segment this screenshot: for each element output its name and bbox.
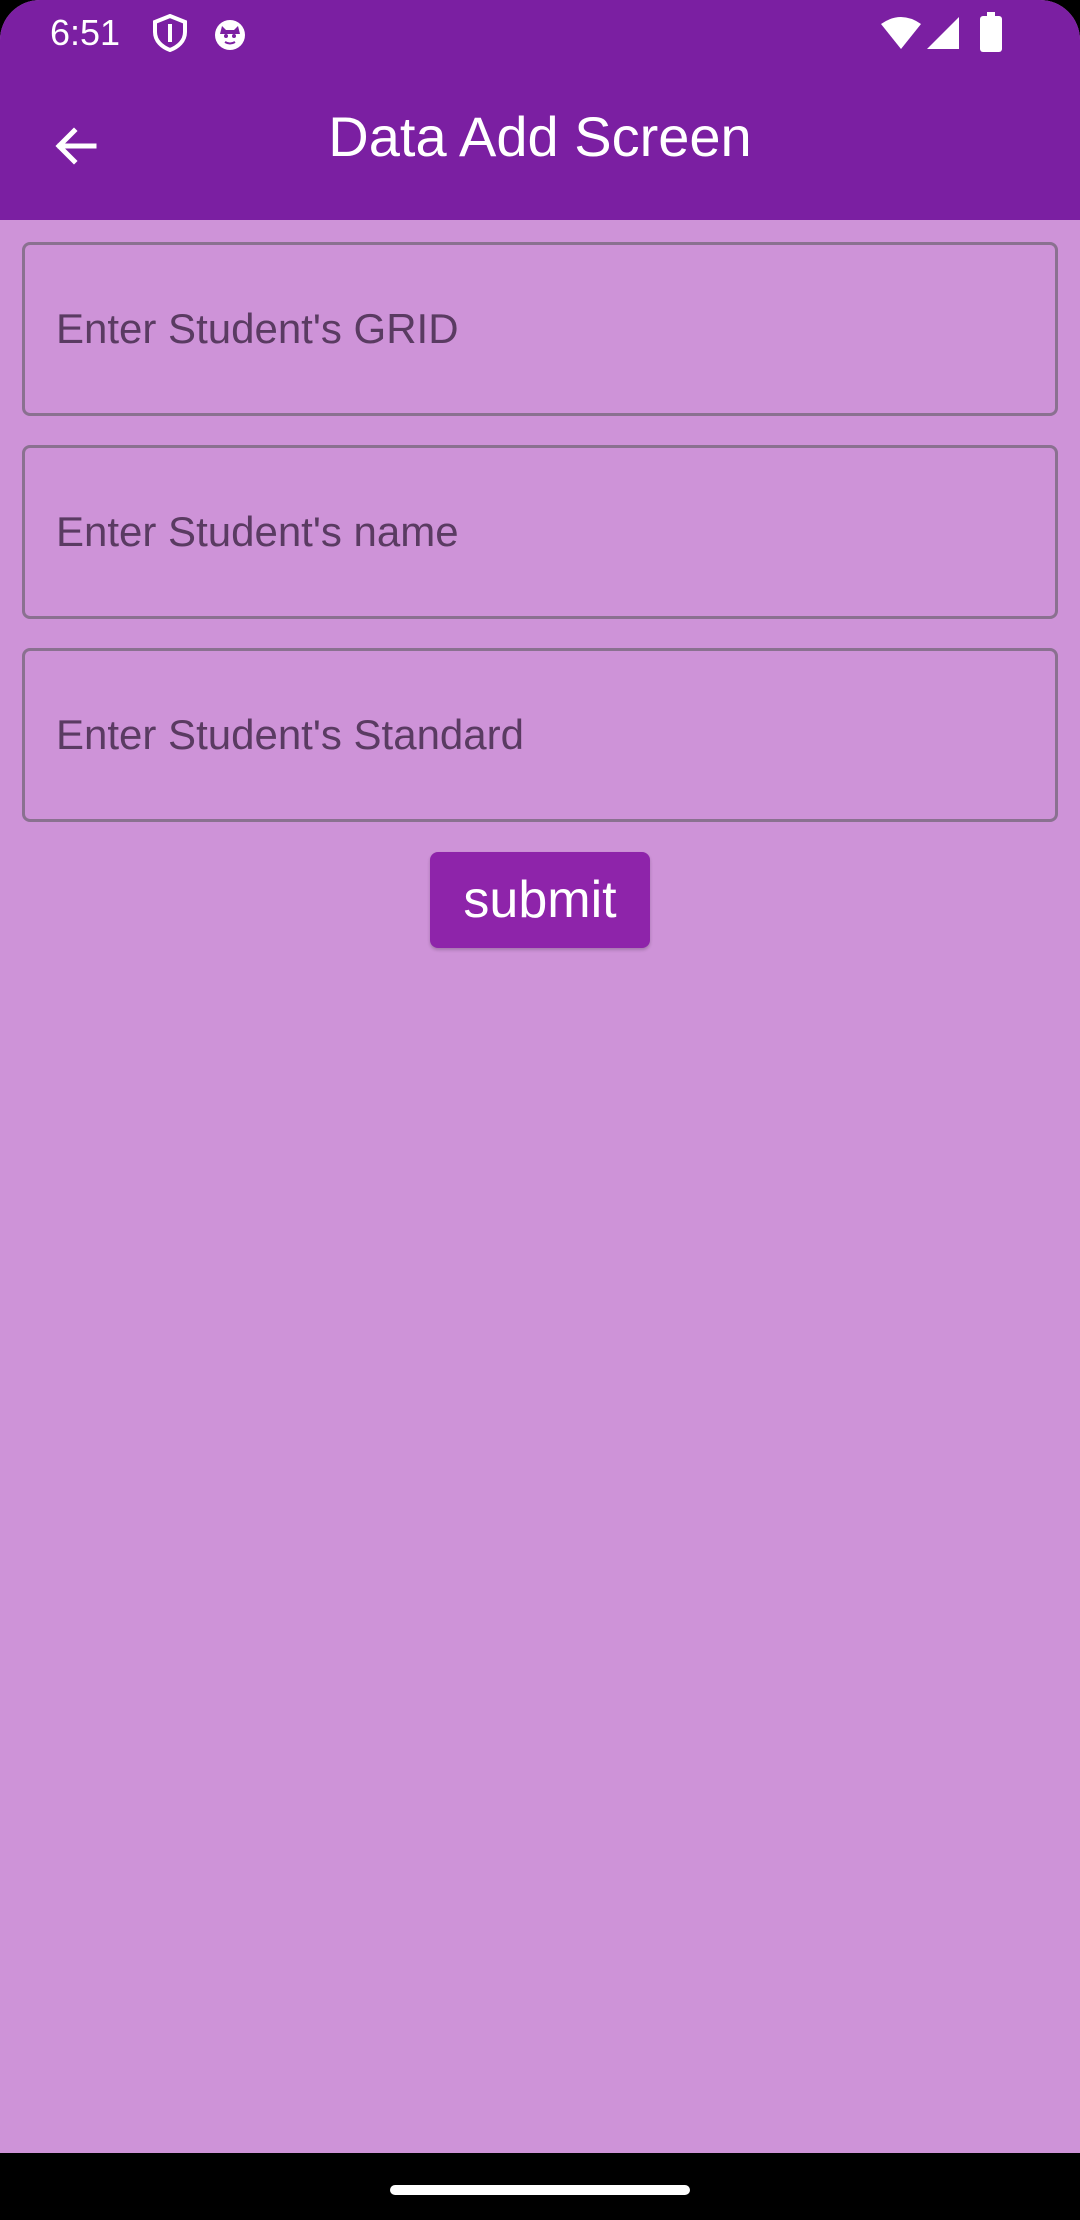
page-title: Data Add Screen <box>328 105 752 168</box>
status-bar: 6:51 <box>0 0 1080 66</box>
app-bar: Data Add Screen <box>0 66 1080 220</box>
name-input[interactable] <box>25 448 1055 616</box>
grid-input[interactable] <box>25 245 1055 413</box>
standard-field[interactable] <box>22 648 1058 822</box>
name-field[interactable] <box>22 445 1058 619</box>
screen: 6:51 Data Add Screen Enter Student's GRI… <box>0 0 1080 2220</box>
submit-button[interactable]: submit <box>430 852 650 948</box>
status-time: 6:51 <box>50 12 121 53</box>
standard-input[interactable] <box>25 651 1055 819</box>
grid-field[interactable] <box>22 242 1058 416</box>
shield-icon <box>153 14 187 52</box>
signal-icon <box>927 17 959 49</box>
cat-icon <box>215 20 245 50</box>
wifi-icon <box>881 17 921 49</box>
home-indicator[interactable] <box>390 2185 690 2195</box>
battery-icon <box>980 12 1002 52</box>
navigation-bar <box>0 2153 1080 2220</box>
